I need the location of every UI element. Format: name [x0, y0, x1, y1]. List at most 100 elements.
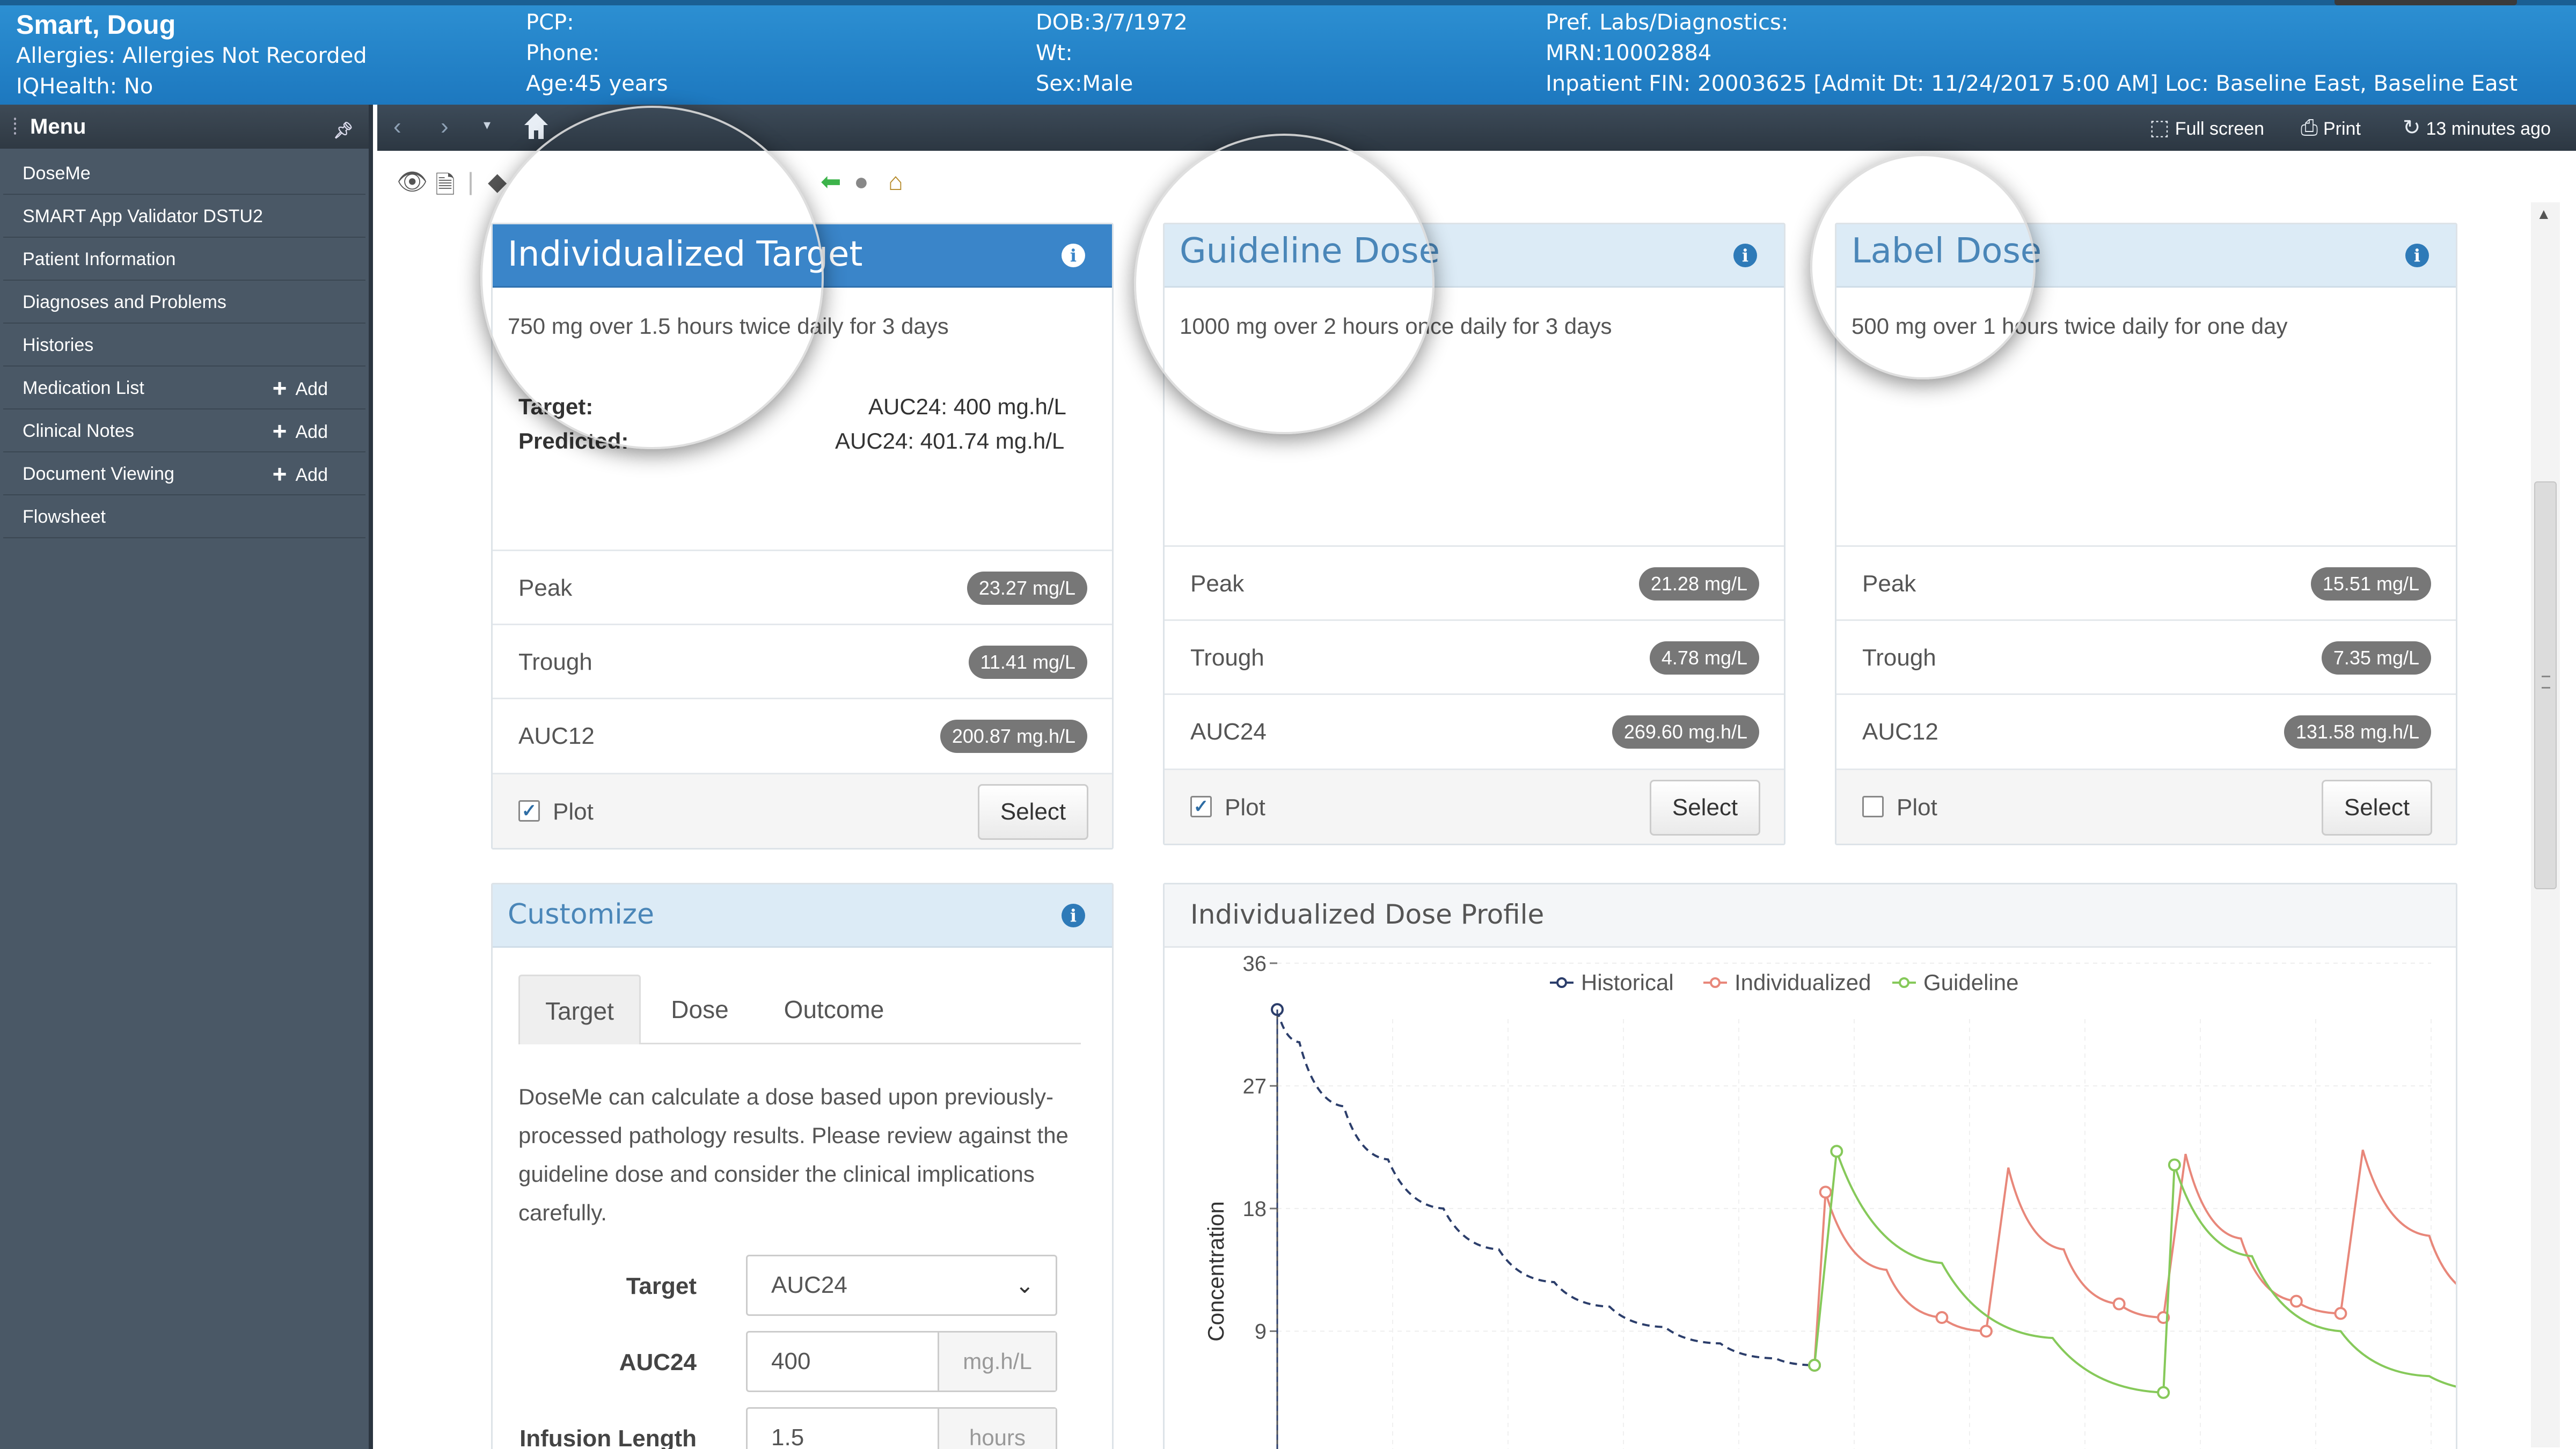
peak-row: Peak 21.28 mg/L — [1165, 545, 1784, 619]
infusion-field-label: Infusion Length — [519, 1425, 697, 1449]
legend-swatch-marker — [1710, 977, 1721, 988]
menu-item-label: SMART App Validator DSTU2 — [23, 206, 263, 226]
individualized-series-line — [1813, 1150, 2456, 1366]
peak-row: Peak 15.51 mg/L — [1836, 545, 2456, 619]
vertical-scrollbar[interactable]: ▲ — [2531, 202, 2560, 1447]
menu-item-smart-app-validator[interactable]: SMART App Validator DSTU2 — [3, 195, 365, 238]
info-icon[interactable]: i — [1062, 904, 1085, 927]
metric-label: Peak — [1862, 570, 1916, 597]
document-add-button[interactable]: + Add — [273, 452, 328, 496]
plot-checkbox[interactable] — [1862, 796, 1884, 817]
menu-item-label: Document Viewing — [23, 464, 174, 484]
magnifier-lens-label — [1810, 154, 2036, 379]
menu-item-label: Diagnoses and Problems — [23, 292, 226, 312]
plot-checkbox[interactable]: ✓ — [518, 800, 540, 822]
full-screen-button[interactable]: ⬚ Full screen — [2149, 105, 2264, 152]
metric-badge: 4.78 mg/L — [1649, 641, 1759, 675]
home-icon[interactable] — [522, 110, 550, 142]
select-button[interactable]: Select — [2322, 780, 2432, 836]
dob-text: DOB:3/7/1972 — [1036, 10, 1188, 35]
card-footer: ✓ Plot Select — [1165, 769, 1784, 844]
plus-icon: + — [272, 374, 287, 402]
infusion-length-input[interactable]: 1.5 hours — [746, 1407, 1057, 1449]
circle-icon[interactable]: ● — [854, 167, 869, 196]
customize-description: DoseMe can calculate a dose based upon p… — [518, 1084, 1069, 1225]
allergies-text: Allergies: Allergies Not Recorded — [16, 43, 367, 68]
menu-item-label: Clinical Notes — [23, 421, 134, 441]
auc-row: AUC24 269.60 mg.h/L — [1165, 693, 1784, 767]
medication-add-button[interactable]: + Add — [273, 367, 328, 411]
refresh-label: 13 minutes ago — [2426, 119, 2551, 139]
legend-label: Guideline — [1923, 970, 2018, 995]
infusion-unit: hours — [938, 1409, 1056, 1449]
patient-name[interactable]: Smart, Doug — [16, 9, 367, 41]
menu-item-medication-list[interactable]: Medication List + Add — [3, 367, 365, 409]
plot-checkbox[interactable]: ✓ — [1190, 796, 1212, 817]
scroll-thumb[interactable] — [2534, 481, 2557, 889]
menu-item-label: Medication List — [23, 378, 144, 398]
card-footer: Plot Select — [1836, 769, 2456, 844]
target-value: AUC24: 400 mg.h/L — [868, 394, 1066, 419]
target-field-label: Target — [626, 1273, 697, 1299]
clinical-notes-add-button[interactable]: + Add — [273, 409, 328, 453]
print-button[interactable]: ⎙ Print — [2301, 105, 2361, 152]
select-button[interactable]: Select — [978, 784, 1088, 840]
info-icon[interactable]: i — [2405, 244, 2429, 267]
back-circle-icon[interactable]: ⬅︎ — [821, 167, 841, 196]
auc-field-label: AUC24 — [619, 1349, 697, 1375]
metric-badge: 11.41 mg/L — [968, 646, 1087, 679]
y-axis-label: Concentration — [1203, 1201, 1228, 1342]
pin-icon[interactable]: 📌︎ — [333, 109, 354, 153]
refresh-button[interactable]: ↻ 13 minutes ago — [2403, 105, 2551, 152]
document-icon[interactable]: 🗎 — [435, 167, 455, 209]
doseme-content: 👁︎ 🗎 | ◆ ⬅︎ ● ⌂ Individualized Target i … — [377, 106, 2576, 1449]
separator-icon: | — [467, 167, 474, 195]
individualized-point — [1819, 1185, 1832, 1199]
guideline-point — [1808, 1358, 1821, 1372]
add-label: Add — [295, 379, 328, 399]
menu-item-histories[interactable]: Histories — [3, 324, 365, 367]
scroll-up-icon[interactable]: ▲ — [2536, 206, 2551, 223]
chevron-down-icon: ⌄ — [1015, 1272, 1034, 1298]
tab-outcome[interactable]: Outcome — [770, 975, 898, 1044]
back-arrow-icon[interactable]: ‹ — [393, 113, 401, 140]
legend-swatch-marker — [1556, 977, 1567, 988]
auc-row: AUC12 200.87 mg.h/L — [493, 698, 1112, 772]
grip-icon — [13, 116, 17, 137]
plot-label: Plot — [1897, 794, 1937, 821]
menu-item-patient-information[interactable]: Patient Information — [3, 238, 365, 281]
metric-label: AUC24 — [1190, 719, 1267, 745]
tab-dose[interactable]: Dose — [657, 975, 743, 1044]
metric-badge: 7.35 mg/L — [2321, 641, 2431, 675]
menu-header: Menu 📌︎ — [0, 105, 369, 149]
target-select[interactable]: AUC24 ⌄ — [746, 1255, 1057, 1316]
binoculars-icon[interactable]: 👁︎ — [397, 167, 428, 196]
auc-input[interactable]: 400 mg.h/L — [746, 1331, 1057, 1392]
tab-target[interactable]: Target — [518, 975, 641, 1044]
menu-title: Menu — [30, 115, 86, 138]
info-icon[interactable]: i — [1062, 244, 1085, 267]
guideline-point — [2168, 1158, 2181, 1172]
full-screen-label: Full screen — [2175, 119, 2265, 139]
grip-icon — [2542, 676, 2550, 689]
forward-arrow-icon[interactable]: › — [441, 113, 449, 140]
menu-list: DoseMe SMART App Validator DSTU2 Patient… — [0, 149, 369, 538]
menu-item-diagnoses-problems[interactable]: Diagnoses and Problems — [3, 281, 365, 324]
metric-label: Trough — [518, 649, 592, 675]
infusion-input-value: 1.5 — [771, 1424, 804, 1449]
inpatient-text: Inpatient FIN: 20003625 [Admit Dt: 11/24… — [1546, 71, 2518, 96]
peak-row: Peak 23.27 mg/L — [493, 550, 1112, 624]
y-tick-label: 36 — [1243, 952, 1267, 976]
menu-item-flowsheet[interactable]: Flowsheet — [3, 495, 365, 538]
metric-badge: 23.27 mg/L — [967, 572, 1087, 605]
mrn-text: MRN:10002884 — [1546, 41, 1712, 65]
menu-item-doseme[interactable]: DoseMe — [3, 152, 365, 195]
info-icon[interactable]: i — [1733, 244, 1757, 267]
target-field-row: Target AUC24 ⌄ — [493, 1255, 1083, 1318]
print-label: Print — [2323, 119, 2361, 139]
select-button[interactable]: Select — [1650, 780, 1760, 836]
menu-item-document-viewing[interactable]: Document Viewing + Add — [3, 452, 365, 495]
menu-item-clinical-notes[interactable]: Clinical Notes + Add — [3, 409, 365, 452]
history-dropdown-icon[interactable]: ▾ — [484, 116, 491, 133]
house-icon[interactable]: ⌂ — [888, 167, 903, 196]
